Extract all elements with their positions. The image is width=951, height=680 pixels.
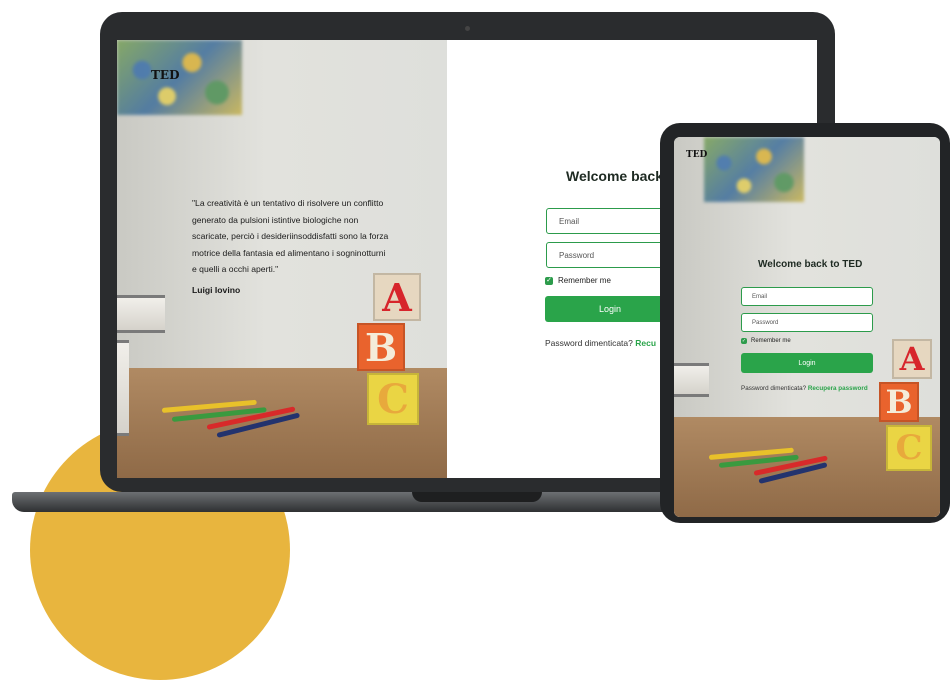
tablet-screen: A B C TED Welcome back to TED Email Pass… xyxy=(674,137,940,517)
tablet-block-b: B xyxy=(879,382,919,422)
tablet-remember-me-label: Remember me xyxy=(751,338,791,344)
forgot-password-row: Password dimenticata? Recu xyxy=(545,338,656,348)
email-field[interactable]: Email xyxy=(546,208,676,234)
recover-password-link[interactable]: Recu xyxy=(635,338,656,348)
tablet-brand-logo: TED xyxy=(686,150,708,160)
painting xyxy=(117,40,242,115)
books-stack xyxy=(117,340,129,436)
tablet-password-field[interactable]: Password xyxy=(741,313,873,332)
tablet-remember-me-checkbox[interactable]: ✓ Remember me xyxy=(741,338,791,344)
brand-logo: TED xyxy=(151,68,180,82)
tablet-email-field[interactable]: Email xyxy=(741,287,873,306)
tablet-checkmark-icon: ✓ xyxy=(741,337,747,344)
camera-icon xyxy=(465,26,470,31)
quote-text: "La creatività è un tentativo di risolve… xyxy=(192,198,389,274)
remember-me-checkbox[interactable]: ✓ Remember me xyxy=(545,276,611,285)
checkmark-icon: ✓ xyxy=(545,276,553,285)
tablet-forgot-password-text: Password dimenticata? xyxy=(741,385,807,392)
forgot-password-text: Password dimenticata? xyxy=(545,338,633,348)
block-b: B xyxy=(357,323,405,371)
block-a: A xyxy=(373,273,421,321)
hero-photo: A B C TED "La creatività è un tentativo … xyxy=(117,40,447,478)
tablet-painting xyxy=(704,137,804,202)
laptop-hinge-notch xyxy=(412,492,542,502)
login-title: Welcome back xyxy=(566,168,664,184)
tablet-hero-photo: A B C TED Welcome back to TED Email Pass… xyxy=(674,137,940,517)
tablet-frame: A B C TED Welcome back to TED Email Pass… xyxy=(660,123,950,523)
tablet-books xyxy=(674,363,709,397)
tablet-login-title: Welcome back to TED xyxy=(758,259,863,270)
books xyxy=(117,295,165,333)
password-field[interactable]: Password xyxy=(546,242,676,268)
login-button[interactable]: Login xyxy=(545,296,675,322)
block-c: C xyxy=(367,373,419,425)
tablet-login-button[interactable]: Login xyxy=(741,353,873,373)
tablet-block-c: C xyxy=(886,425,932,471)
tablet-forgot-password-row: Password dimenticata? Recupera password xyxy=(741,385,868,392)
remember-me-label: Remember me xyxy=(558,276,611,285)
quote-author: Luigi Iovino xyxy=(192,285,241,295)
tablet-block-a: A xyxy=(892,339,932,379)
tablet-recover-password-link[interactable]: Recupera password xyxy=(808,385,868,392)
